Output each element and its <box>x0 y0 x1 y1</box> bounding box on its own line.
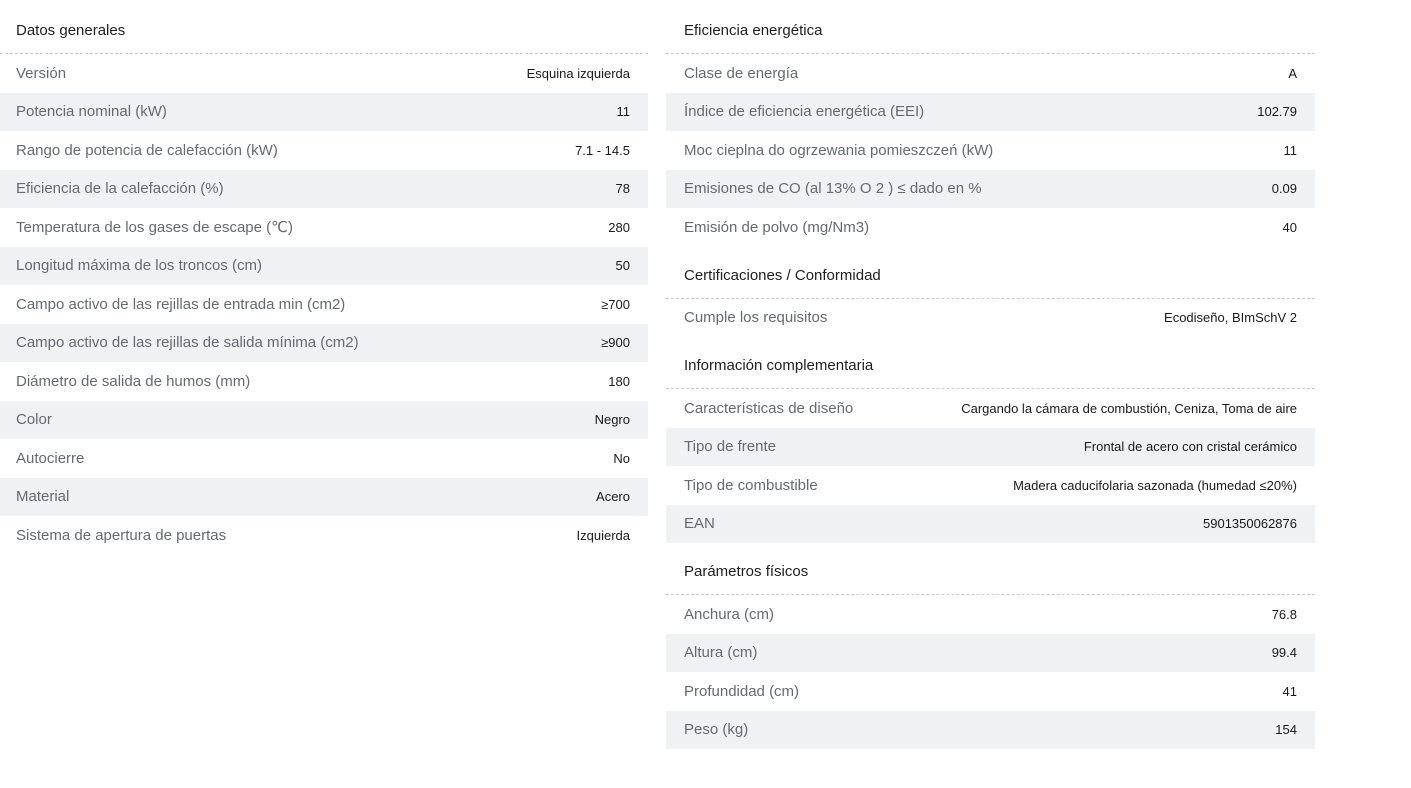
spec-value: 78 <box>615 181 630 197</box>
spec-row: Autocierre No <box>0 439 648 478</box>
spec-row: Longitud máxima de los troncos (cm) 50 <box>0 246 648 285</box>
spec-value: Acero <box>596 489 630 505</box>
spec-label: Potencia nominal (kW) <box>16 103 167 121</box>
spec-value: 154 <box>1275 722 1297 738</box>
spec-row: Anchura (cm) 76.8 <box>666 595 1315 634</box>
right-column: Eficiencia energética Clase de energía A … <box>666 12 1315 749</box>
spec-label: Rango de potencia de calefacción (kW) <box>16 141 278 159</box>
spec-row: Eficiencia de la calefacción (%) 78 <box>0 169 648 208</box>
spec-label: Anchura (cm) <box>684 605 775 623</box>
spec-label: Altura (cm) <box>684 644 758 662</box>
spec-value: Negro <box>594 412 630 428</box>
spec-value: Madera caducifolaria sazonada (humedad ≤… <box>1013 477 1297 493</box>
spec-value: Esquina izquierda <box>526 65 630 81</box>
spec-label: Emisiones de CO (al 13% O 2 ) ≤ dado en … <box>684 180 982 198</box>
rows-eficiencia: Clase de energía A Índice de eficiencia e… <box>666 54 1315 247</box>
spec-value: 102.79 <box>1257 104 1297 120</box>
spec-value: No <box>613 450 630 466</box>
spec-value: 50 <box>615 258 630 274</box>
spec-label: Tipo de combustible <box>684 476 818 494</box>
spec-value: ≥700 <box>601 296 630 312</box>
spec-sheet: Datos generales Versión Esquina izquierda… <box>0 0 1411 788</box>
spec-row: Profundidad (cm) 41 <box>666 672 1315 711</box>
rows-datos-generales: Versión Esquina izquierda Potencia nomina… <box>0 54 648 555</box>
spec-value: 0.09 <box>1271 181 1297 197</box>
spec-label: Cumple los requisitos <box>684 309 828 327</box>
spec-label: Longitud máxima de los troncos (cm) <box>16 257 262 275</box>
spec-label: Campo activo de las rejillas de entrada … <box>16 295 346 313</box>
spec-row: Tipo de frente Frontal de acero con crist… <box>666 427 1315 466</box>
spec-value: 11 <box>1283 142 1298 158</box>
spec-row: Color Negro <box>0 400 648 439</box>
spec-value: 180 <box>608 373 630 389</box>
spec-label: Características de diseño <box>684 399 854 417</box>
spec-label: Material <box>16 488 70 506</box>
spec-row: Clase de energía A <box>666 54 1315 93</box>
rows-informacion: Características de diseño Cargando la cám… <box>666 389 1315 543</box>
spec-row: Altura (cm) 99.4 <box>666 633 1315 672</box>
spec-row: Tipo de combustible Madera caducifolaria … <box>666 466 1315 505</box>
spec-row: Características de diseño Cargando la cám… <box>666 389 1315 428</box>
spec-label: Eficiencia de la calefacción (%) <box>16 180 224 198</box>
section-title-fisicos: Parámetros físicos <box>666 553 1315 595</box>
spec-row: EAN 5901350062876 <box>666 504 1315 543</box>
spec-value: Frontal de acero con cristal cerámico <box>1083 439 1297 455</box>
spec-row: Emisiones de CO (al 13% O 2 ) ≤ dado en … <box>666 169 1315 208</box>
spec-value: Ecodiseño, BImSchV 2 <box>1164 310 1297 326</box>
spec-label: Color <box>16 411 52 429</box>
spec-label: Moc cieplna do ogrzewania pomieszczeń (k… <box>684 141 994 159</box>
spec-row: Peso (kg) 154 <box>666 710 1315 749</box>
spec-row: Emisión de polvo (mg/Nm3) 40 <box>666 208 1315 247</box>
section-title-datos-generales: Datos generales <box>0 12 648 54</box>
spec-label: Índice de eficiencia energética (EEI) <box>684 103 925 121</box>
spec-row: Temperatura de los gases de escape (℃) 28… <box>0 208 648 247</box>
spec-label: Autocierre <box>16 449 85 467</box>
spec-value: 280 <box>608 219 630 235</box>
spec-value: 7.1 - 14.5 <box>575 142 630 158</box>
spec-row: Material Acero <box>0 477 648 516</box>
left-column: Datos generales Versión Esquina izquierda… <box>0 12 648 555</box>
spec-label: Campo activo de las rejillas de salida m… <box>16 334 359 352</box>
rows-certificaciones: Cumple los requisitos Ecodiseño, BImSchV … <box>666 298 1315 337</box>
spec-value: Cargando la cámara de combustión, Ceniza… <box>961 400 1297 416</box>
spec-value: 5901350062876 <box>1203 516 1297 532</box>
spec-row: Campo activo de las rejillas de entrada … <box>0 285 648 324</box>
spec-value: 99.4 <box>1271 645 1297 661</box>
spec-row: Moc cieplna do ogrzewania pomieszczeń (k… <box>666 131 1315 170</box>
spec-row: Potencia nominal (kW) 11 <box>0 92 648 131</box>
spec-row: Rango de potencia de calefacción (kW) 7.1… <box>0 131 648 170</box>
spec-label: Temperatura de los gases de escape (℃) <box>16 219 293 237</box>
spec-value: Izquierda <box>576 527 630 543</box>
section-title-informacion: Información complementaria <box>666 347 1315 389</box>
spec-label: Clase de energía <box>684 64 799 82</box>
spec-row: Índice de eficiencia energética (EEI) 102… <box>666 92 1315 131</box>
spec-label: Emisión de polvo (mg/Nm3) <box>684 218 870 236</box>
spec-row: Campo activo de las rejillas de salida m… <box>0 323 648 362</box>
spec-value: 76.8 <box>1271 606 1297 622</box>
rows-fisicos: Anchura (cm) 76.8 Altura (cm) 99.4 Profund… <box>666 595 1315 749</box>
spec-label: EAN <box>684 515 715 533</box>
spec-value: 40 <box>1282 219 1297 235</box>
spec-row: Versión Esquina izquierda <box>0 54 648 93</box>
spec-label: Versión <box>16 64 67 82</box>
section-title-certificaciones: Certificaciones / Conformidad <box>666 257 1315 299</box>
spec-label: Diámetro de salida de humos (mm) <box>16 372 251 390</box>
spec-value: A <box>1288 65 1297 81</box>
spec-label: Peso (kg) <box>684 721 749 739</box>
spec-label: Tipo de frente <box>684 438 776 456</box>
spec-label: Profundidad (cm) <box>684 682 800 700</box>
spec-value: ≥900 <box>601 335 630 351</box>
spec-value: 41 <box>1282 683 1297 699</box>
spec-row: Cumple los requisitos Ecodiseño, BImSchV … <box>666 298 1315 337</box>
spec-value: 11 <box>616 104 631 120</box>
spec-row: Diámetro de salida de humos (mm) 180 <box>0 362 648 401</box>
spec-row: Sistema de apertura de puertas Izquierda <box>0 516 648 555</box>
spec-label: Sistema de apertura de puertas <box>16 526 227 544</box>
section-title-eficiencia: Eficiencia energética <box>666 12 1315 54</box>
